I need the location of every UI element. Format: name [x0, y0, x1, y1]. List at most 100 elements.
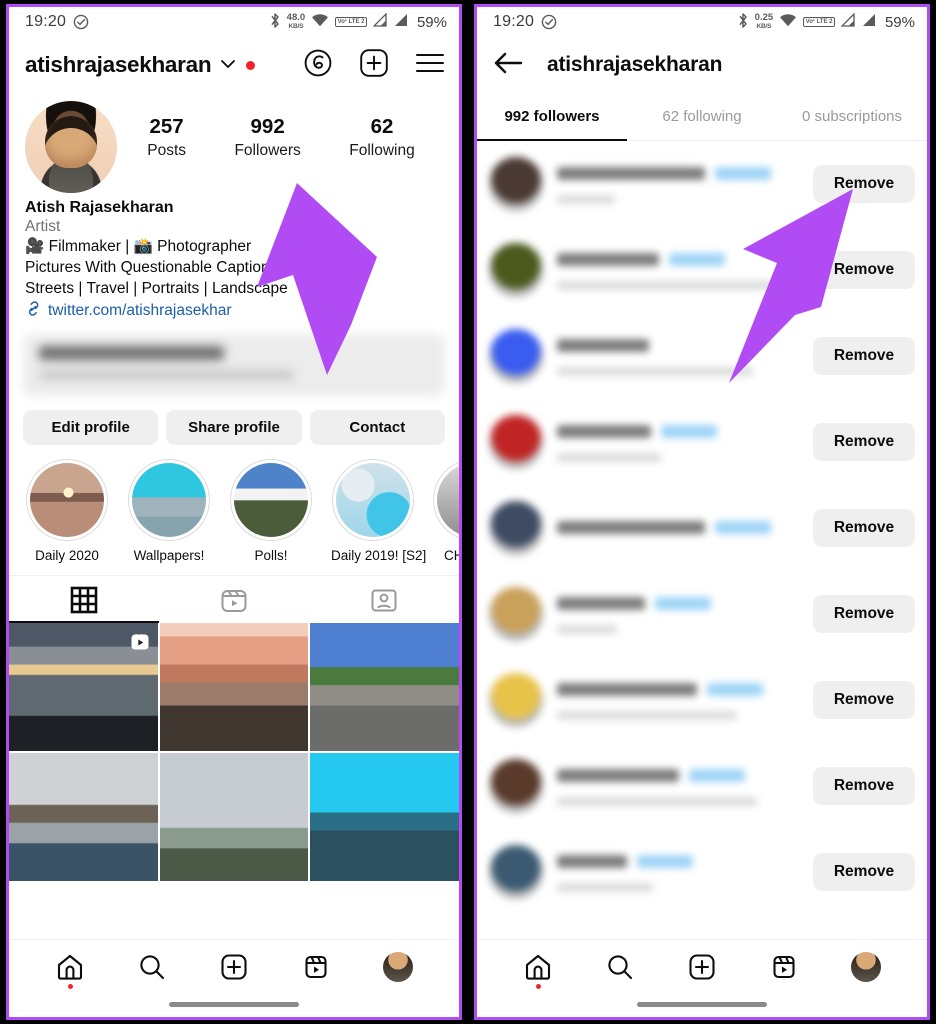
- follower-avatar[interactable]: [489, 845, 543, 899]
- status-time: 19:20: [25, 13, 67, 30]
- remove-button[interactable]: Remove: [813, 853, 915, 891]
- back-arrow-icon[interactable]: [493, 51, 523, 80]
- highlight-label: Wallpapers!: [133, 548, 205, 563]
- remove-button[interactable]: Remove: [813, 251, 915, 289]
- plus-box-icon[interactable]: [359, 48, 389, 83]
- tab-following[interactable]: 62 following: [627, 93, 777, 140]
- highlight-item[interactable]: Wallpapers!: [127, 459, 211, 563]
- hamburger-menu-icon[interactable]: [415, 51, 445, 80]
- follow-tag-blurred: [707, 682, 763, 696]
- profile-username[interactable]: atishrajasekharan: [25, 52, 212, 78]
- highlight-cover: [132, 463, 206, 537]
- follower-row[interactable]: Remove: [477, 571, 927, 657]
- follower-fullname-blurred: [557, 452, 661, 462]
- follower-row[interactable]: Remove: [477, 485, 927, 571]
- follower-username-blurred: [557, 521, 705, 535]
- chevron-down-icon[interactable]: [220, 56, 236, 74]
- highlight-item[interactable]: Daily 2019! [S2]: [331, 459, 427, 563]
- follower-row[interactable]: Remove: [477, 141, 927, 227]
- follower-avatar[interactable]: [489, 673, 543, 727]
- remove-button[interactable]: Remove: [813, 337, 915, 375]
- follower-row[interactable]: Remove: [477, 399, 927, 485]
- follower-fullname-blurred: [557, 882, 653, 892]
- follower-row[interactable]: Remove: [477, 657, 927, 743]
- follower-info: [543, 423, 813, 462]
- profile-summary: 257 Posts 992 Followers 62 Following: [9, 93, 459, 193]
- follower-row[interactable]: Remove: [477, 829, 927, 915]
- nav-search[interactable]: [111, 953, 193, 981]
- bottom-nav-right: [477, 939, 927, 1017]
- follower-avatar[interactable]: [489, 501, 543, 555]
- threads-icon[interactable]: [303, 48, 333, 83]
- follower-avatar[interactable]: [489, 587, 543, 641]
- edit-profile-button[interactable]: Edit profile: [23, 410, 159, 445]
- followers-tabs: 992 followers 62 following 0 subscriptio…: [477, 93, 927, 141]
- follower-avatar[interactable]: [489, 157, 543, 211]
- follower-info: [543, 519, 813, 537]
- stat-value: 62: [370, 115, 394, 138]
- check-circle-icon: [73, 14, 89, 30]
- follower-fullname-blurred: [557, 796, 757, 806]
- nav-profile[interactable]: [825, 952, 907, 982]
- nav-profile[interactable]: [357, 952, 439, 982]
- highlight-item[interactable]: CHIKI: [433, 459, 459, 563]
- nav-reels[interactable]: [743, 953, 825, 981]
- tab-tagged[interactable]: [309, 576, 459, 623]
- signal-bars-icon: [862, 13, 877, 31]
- stat-following[interactable]: 62 Following: [349, 115, 414, 160]
- grid-post[interactable]: [9, 753, 158, 881]
- grid-post[interactable]: [159, 623, 309, 751]
- remove-button[interactable]: Remove: [813, 165, 915, 203]
- follow-tag-blurred: [661, 424, 717, 438]
- stat-posts[interactable]: 257 Posts: [147, 115, 186, 160]
- tab-followers[interactable]: 992 followers: [477, 93, 627, 141]
- stat-followers[interactable]: 992 Followers: [234, 115, 300, 160]
- grid-post[interactable]: [310, 753, 459, 881]
- bluetooth-icon: [269, 12, 281, 33]
- nav-reels[interactable]: [275, 953, 357, 981]
- follower-row[interactable]: Remove: [477, 743, 927, 829]
- follower-fullname-blurred: [557, 624, 617, 634]
- nav-home[interactable]: [497, 953, 579, 989]
- remove-button[interactable]: Remove: [813, 509, 915, 547]
- profile-avatar-icon: [383, 952, 413, 982]
- professional-dashboard-card[interactable]: [23, 334, 445, 396]
- nav-create[interactable]: [661, 953, 743, 981]
- tab-grid[interactable]: [9, 576, 159, 623]
- remove-button[interactable]: Remove: [813, 595, 915, 633]
- remove-button[interactable]: Remove: [813, 681, 915, 719]
- bio-link[interactable]: twitter.com/atishrajasekhar: [25, 300, 443, 322]
- follow-tag-blurred: [715, 521, 771, 535]
- tab-reels[interactable]: [159, 576, 309, 623]
- follower-row[interactable]: Remove: [477, 313, 927, 399]
- nav-create[interactable]: [193, 953, 275, 981]
- nav-search[interactable]: [579, 953, 661, 981]
- follower-info: [543, 767, 813, 806]
- highlight-item[interactable]: Daily 2020: [25, 459, 109, 563]
- follower-avatar[interactable]: [489, 243, 543, 297]
- nav-home[interactable]: [29, 953, 111, 989]
- avatar[interactable]: [25, 101, 117, 193]
- highlight-cover: [437, 463, 459, 537]
- home-indicator: [169, 1002, 299, 1007]
- follow-tag-blurred: [669, 252, 725, 266]
- right-phone-panel: 19:20 0.25 KB/S Vo¹ LTE 2 59% atishrajas…: [468, 0, 936, 1024]
- grid-post[interactable]: [9, 623, 158, 751]
- bio-line: 🎥 Filmmaker | 📸 Photographer: [25, 238, 252, 255]
- follower-avatar[interactable]: [489, 329, 543, 383]
- contact-button[interactable]: Contact: [309, 410, 445, 445]
- follower-avatar[interactable]: [489, 415, 543, 469]
- grid-post[interactable]: [310, 623, 459, 751]
- followers-header: atishrajasekharan: [477, 37, 927, 93]
- follower-avatar[interactable]: [489, 759, 543, 813]
- highlight-label: Daily 2019! [S2]: [331, 548, 427, 563]
- follower-fullname-blurred: [557, 194, 615, 204]
- follower-row[interactable]: Remove: [477, 227, 927, 313]
- remove-button[interactable]: Remove: [813, 423, 915, 461]
- remove-button[interactable]: Remove: [813, 767, 915, 805]
- highlight-item[interactable]: Polls!: [229, 459, 313, 563]
- tab-subscriptions[interactable]: 0 subscriptions: [777, 93, 927, 140]
- share-profile-button[interactable]: Share profile: [166, 410, 302, 445]
- follow-tag-blurred: [715, 166, 771, 180]
- grid-post[interactable]: [159, 753, 309, 881]
